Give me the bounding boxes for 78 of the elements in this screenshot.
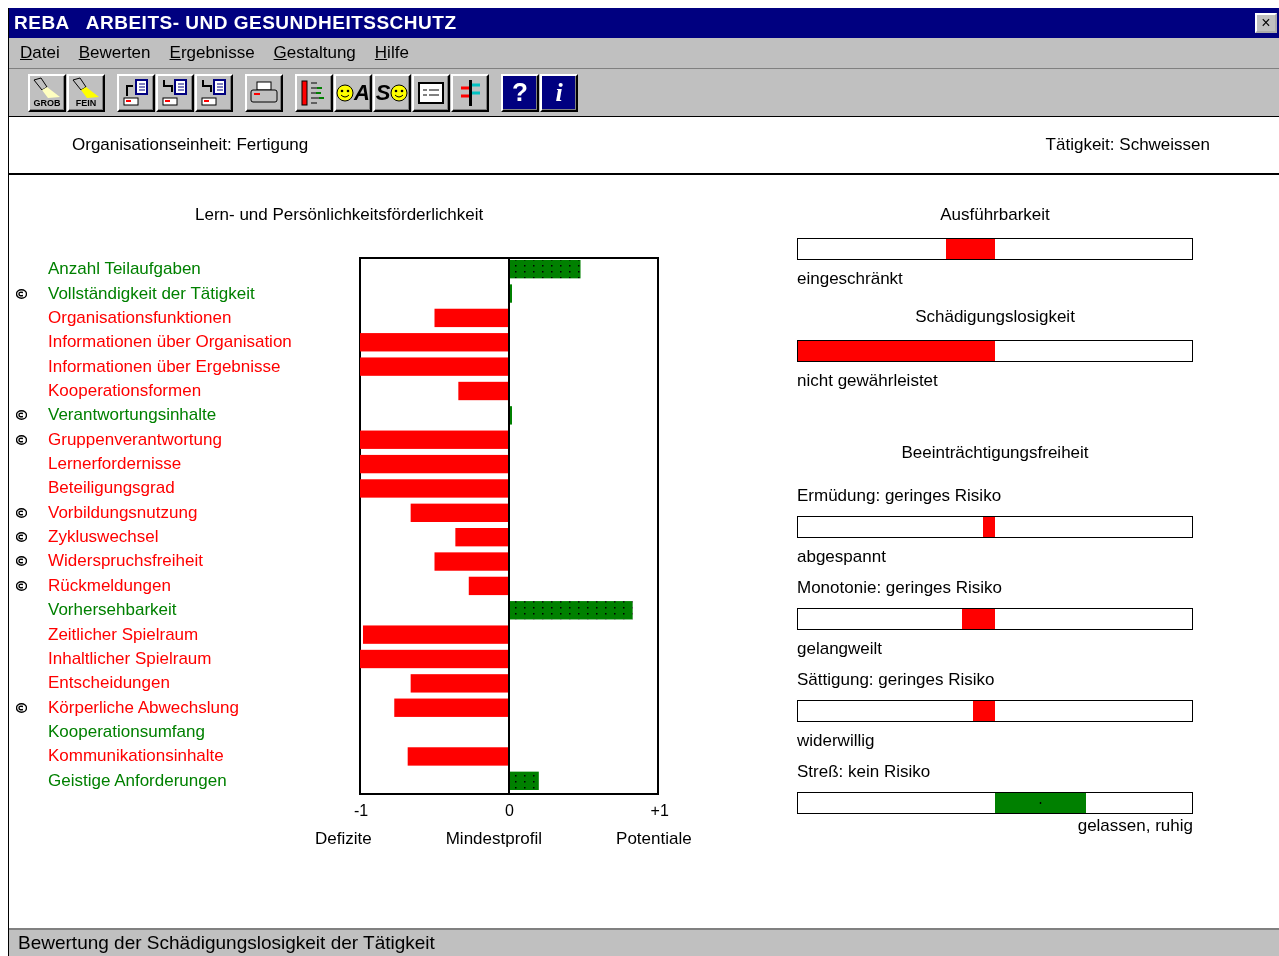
menu-item[interactable]: Gestaltung — [273, 43, 356, 63]
criterion-label: Vorbildungsnutzung — [48, 502, 198, 523]
criterion-label: Entscheidungen — [48, 673, 170, 694]
scale-label: Sättigung: geringes Risiko — [797, 670, 996, 690]
criterion-label: Zeitlicher Spielraum — [48, 624, 199, 645]
section-title: Schädigungslosigkeit — [914, 307, 1076, 328]
criterion-label: Zykluswechsel — [48, 527, 159, 548]
toolbar-button[interactable]: ? — [501, 73, 539, 112]
scale-caption: gelassen, ruhig — [1077, 816, 1193, 836]
axis-caption: Defizite — [315, 829, 372, 849]
flashlight-icon — [32, 77, 62, 99]
criterion-label: Informationen über Ergebnisse — [48, 356, 281, 377]
menu-item[interactable]: Bewerten — [78, 43, 151, 63]
scale-label: Monotonie: geringes Risiko — [797, 578, 1004, 598]
scale-caption: abgespannt — [797, 547, 886, 567]
criterion-label: Inhaltlicher Spielraum — [48, 648, 212, 669]
criterion-label: Vorhersehbarkeit — [48, 600, 177, 621]
activity-label: Tätigkeit: Schweissen — [1045, 135, 1210, 155]
criterion-label: Lernerfordernisse — [48, 454, 182, 475]
scale-label: Ermüdung: geringes Risiko — [797, 486, 1003, 506]
criterion-label: Geistige Anforderungen — [48, 770, 227, 791]
menu-item[interactable]: Ergebnisse — [169, 43, 255, 63]
toolbar-button[interactable] — [451, 73, 489, 112]
document-arrow-icon — [199, 77, 229, 108]
criterion-label: Organisationsfunktionen — [48, 307, 232, 328]
toolbar-button[interactable] — [195, 73, 233, 112]
criterion-label: Widerspruchsfreiheit — [48, 551, 203, 572]
toolbar-button[interactable] — [156, 73, 194, 112]
axis-tick-label: -1 — [354, 802, 369, 820]
axis-tick-label: +1 — [650, 802, 669, 820]
bar — [455, 528, 509, 547]
toolbar-button[interactable] — [117, 73, 155, 112]
menu-item[interactable]: Hilfe — [374, 43, 409, 63]
criterion-label: Körperliche Abwechslung — [48, 697, 239, 718]
toolbar-button[interactable]: A — [334, 73, 372, 112]
document-arrow-icon — [160, 77, 190, 108]
axis-caption: Potentiale — [616, 829, 692, 849]
smiley-icon — [336, 83, 355, 102]
toolbar-button[interactable]: FEIN — [67, 73, 105, 112]
toolbar-button[interactable] — [245, 73, 283, 112]
criterion-label: Informationen über Organisation — [48, 332, 292, 353]
criterion-label: Gruppenverantwortung — [48, 429, 222, 450]
close-button[interactable]: × — [1255, 13, 1277, 33]
criterion-label: Kooperationsformen — [48, 380, 202, 401]
printer-icon — [249, 79, 279, 106]
toolbar-button[interactable]: GROB — [28, 73, 66, 112]
scale-caption: gelangweilt — [797, 639, 883, 659]
criterion-label: Anzahl Teilaufgaben — [48, 259, 201, 280]
form-icon — [417, 80, 445, 105]
criterion-label: Beteiligungsgrad — [48, 478, 175, 499]
criterion-label: Rückmeldungen — [48, 575, 171, 596]
bar — [509, 284, 512, 303]
bar — [509, 406, 512, 425]
criterion-label: Verantwortungsinhalte — [48, 405, 217, 426]
chart-title: Lern- und Persönlichkeitsförderlichkeit — [195, 205, 485, 226]
criterion-label: Kooperationsumfang — [48, 722, 205, 742]
window-title: REBA ARBEITS- UND GESUNDHEITSSCHUTZ — [14, 12, 457, 34]
scale-caption: nicht gewährleistet — [797, 371, 938, 391]
section-title: Ausführbarkeit — [939, 205, 1051, 226]
section-title: Beeinträchtigungsfreiheit — [900, 443, 1090, 464]
toolbar-button[interactable] — [295, 73, 333, 112]
scale-caption: widerwillig — [797, 731, 875, 751]
toolbar-button[interactable]: S — [373, 73, 411, 112]
bar — [509, 260, 581, 279]
menu-item[interactable]: Datei — [20, 43, 60, 63]
scale-label: Streß: kein Risiko — [797, 762, 932, 782]
criterion-label: Kommunikationsinhalte — [48, 746, 224, 767]
document-arrow-icon — [121, 77, 151, 108]
axis-tick-label: 0 — [504, 802, 514, 820]
toolbar-button[interactable] — [412, 73, 450, 112]
flashlight-icon — [71, 77, 101, 99]
status-bar: Bewertung der Schädigungslosigkeit der Tätigkeit — [9, 928, 1279, 956]
scale-caption: eingeschränkt — [797, 269, 903, 289]
unit-label: Organisationseinheit: Fertigung — [72, 135, 309, 155]
axis-caption: Mindestprofil — [445, 829, 543, 849]
criterion-label: Vollständigkeit der Tätigkeit — [48, 283, 255, 304]
smiley-icon — [390, 83, 409, 102]
toolbar-button[interactable]: i — [540, 73, 578, 112]
